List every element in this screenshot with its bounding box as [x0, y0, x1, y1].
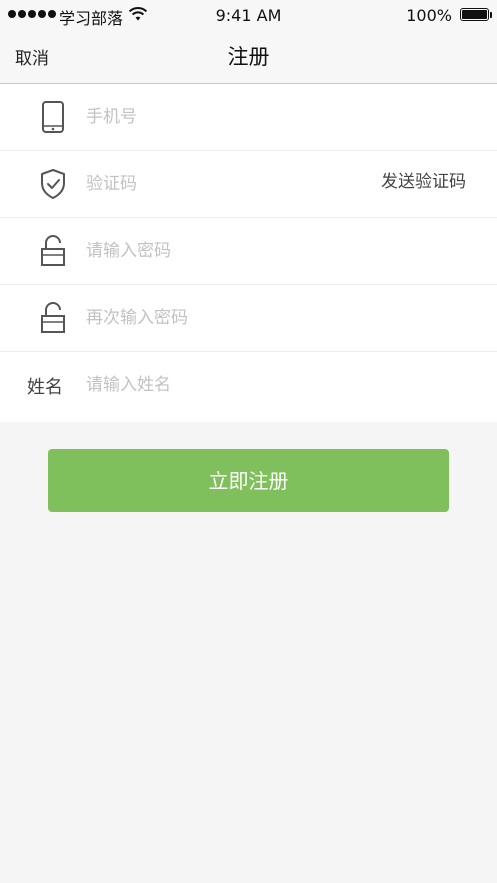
name-label: 姓名	[27, 377, 63, 398]
register-button[interactable]: 立即注册	[48, 449, 449, 512]
register-form: 发送验证码 姓名	[0, 84, 497, 422]
password-row	[0, 218, 497, 285]
verification-code-input[interactable]	[86, 169, 326, 199]
navigation-bar: 取消 注册	[0, 30, 497, 84]
confirm-password-input[interactable]	[86, 303, 356, 333]
send-code-button[interactable]: 发送验证码	[381, 167, 466, 192]
battery-percentage: 100%	[406, 6, 452, 25]
unlock-icon	[41, 235, 65, 266]
phone-input[interactable]	[86, 102, 356, 132]
unlock-icon	[41, 302, 65, 333]
shield-check-icon	[41, 169, 65, 199]
password-input[interactable]	[86, 236, 356, 266]
mobile-phone-icon	[42, 101, 64, 133]
battery-icon	[460, 8, 492, 21]
name-row: 姓名	[0, 352, 497, 422]
status-bar: 学习部落 9:41 AM 100%	[0, 0, 497, 30]
confirm-password-row	[0, 285, 497, 352]
phone-row	[0, 84, 497, 151]
verification-code-row: 发送验证码	[0, 151, 497, 218]
page-title: 注册	[227, 45, 270, 69]
name-input[interactable]	[86, 370, 356, 400]
